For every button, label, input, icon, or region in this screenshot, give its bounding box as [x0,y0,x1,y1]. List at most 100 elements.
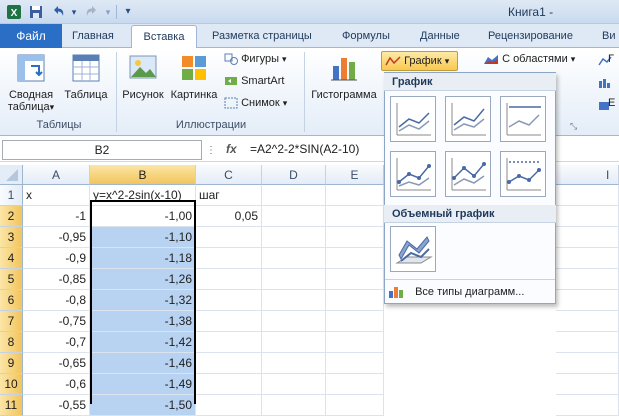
cell-a[interactable]: -0,95 [23,227,90,248]
row-header[interactable]: 1 [0,185,23,206]
chart-type-line[interactable] [390,96,436,142]
cell-i[interactable] [556,332,619,353]
cell-c[interactable]: 0,05 [196,206,262,227]
cell-e[interactable] [326,290,384,311]
tab-data[interactable]: Данные [420,24,460,48]
smartart-button[interactable]: SmartArt [224,75,284,92]
cell-e[interactable] [326,332,384,353]
cell-a[interactable]: -0,55 [23,395,90,416]
cell-a[interactable]: -0,8 [23,290,90,311]
cell-d[interactable] [262,185,326,206]
all-chart-types-item[interactable]: Все типы диаграмм... [388,283,552,301]
cell-i[interactable] [556,206,619,227]
cell-c[interactable] [196,227,262,248]
cell-i[interactable] [556,395,619,416]
customize-qa-icon[interactable]: ▾ [120,4,136,20]
tab-file[interactable]: Файл [0,24,62,48]
cell-i[interactable] [556,185,619,206]
row-header[interactable]: 9 [0,353,23,374]
column-header-c[interactable]: C [196,165,262,185]
cell-i[interactable] [556,248,619,269]
column-header-d[interactable]: D [262,165,326,185]
undo-icon[interactable] [50,4,66,20]
cell-d[interactable] [262,269,326,290]
cell-e[interactable] [326,269,384,290]
cell-d[interactable] [262,311,326,332]
tab-insert[interactable]: Вставка [131,25,197,49]
pivot-table-button[interactable]: Сводная таблица▾ [4,52,58,118]
histogram-button[interactable]: Гистограмма [308,52,380,104]
cell-a[interactable]: -0,7 [23,332,90,353]
tab-review[interactable]: Рецензирование [488,24,573,48]
cell-a[interactable]: -0,6 [23,374,90,395]
cell-i[interactable] [556,290,619,311]
cell-c[interactable] [196,290,262,311]
cell-a[interactable]: -0,75 [23,311,90,332]
cell-d[interactable] [262,353,326,374]
tab-formulas[interactable]: Формулы [342,24,390,48]
select-all-corner[interactable] [0,165,23,185]
shapes-button[interactable]: Фигуры ▾ [224,53,287,70]
cell-c[interactable] [196,311,262,332]
cell-a[interactable]: -0,65 [23,353,90,374]
cell-e[interactable] [326,353,384,374]
cell-d[interactable] [262,206,326,227]
tab-page-layout[interactable]: Разметка страницы [212,24,312,48]
chart-type-stacked-line[interactable] [445,96,491,142]
cell-d[interactable] [262,290,326,311]
cell-e[interactable] [326,248,384,269]
dialog-launcher-icon[interactable]: ⤡ [570,121,577,132]
undo-dropdown-icon[interactable]: ▾ [66,4,82,20]
cell-e[interactable] [326,206,384,227]
cell-c[interactable]: шаг [196,185,262,206]
cell-c[interactable] [196,332,262,353]
row-header[interactable]: 7 [0,311,23,332]
row-header[interactable]: 2 [0,206,23,227]
cell-d[interactable] [262,374,326,395]
save-icon[interactable] [28,4,44,20]
cell-a[interactable]: -1 [23,206,90,227]
redo-icon[interactable] [84,4,100,20]
chart-type-100-stacked-line[interactable] [500,96,546,142]
row-header[interactable]: 8 [0,332,23,353]
cell-e[interactable] [326,311,384,332]
clipart-button[interactable]: Картинка [168,52,220,104]
cell-d[interactable] [262,227,326,248]
cell-i[interactable] [556,269,619,290]
cell-a[interactable]: -0,85 [23,269,90,290]
formula-input[interactable]: =A2^2-2*SIN(A2-10) [250,139,359,159]
screenshot-button[interactable]: Снимок ▾ [224,97,287,114]
cell-c[interactable] [196,269,262,290]
tab-home[interactable]: Главная [72,24,114,48]
cell-e[interactable] [326,227,384,248]
chart-type-line-markers[interactable] [390,151,436,197]
cell-d[interactable] [262,332,326,353]
cell-c[interactable] [196,395,262,416]
row-header[interactable]: 10 [0,374,23,395]
cell-d[interactable] [262,395,326,416]
cell-e[interactable] [326,395,384,416]
cell-i[interactable] [556,311,619,332]
cell-e[interactable] [326,185,384,206]
chart-type-stacked-line-markers[interactable] [445,151,491,197]
cell-i[interactable] [556,353,619,374]
cell-a[interactable]: -0,9 [23,248,90,269]
area-chart-button[interactable]: С областями ▾ [483,53,575,70]
chart-type-3d-line[interactable] [390,226,436,272]
line-chart-button[interactable]: График ▾ [381,51,458,71]
cell-e[interactable] [326,374,384,395]
column-header-a[interactable]: A [23,165,90,185]
row-header[interactable]: 6 [0,290,23,311]
cell-a[interactable]: x [23,185,90,206]
row-header[interactable]: 5 [0,269,23,290]
row-header[interactable]: 3 [0,227,23,248]
row-header[interactable]: 11 [0,395,23,416]
chart-type-100-stacked-line-markers[interactable] [500,151,546,197]
cell-c[interactable] [196,248,262,269]
partial-chart-icon[interactable] [598,77,612,89]
cell-d[interactable] [262,248,326,269]
insert-function-icon[interactable]: fx [226,140,240,158]
name-box[interactable]: B2 [2,140,202,160]
cell-i[interactable] [556,374,619,395]
column-header-b[interactable]: B [90,165,196,185]
